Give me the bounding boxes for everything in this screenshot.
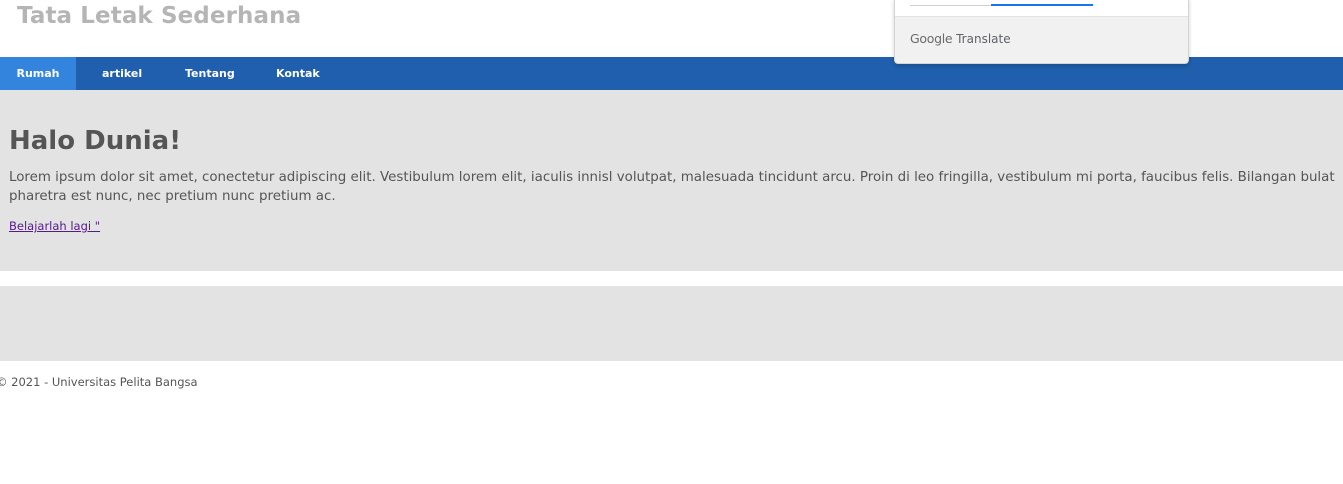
hero-heading: Halo Dunia! — [9, 126, 182, 156]
translate-product-label: Translate — [956, 32, 1011, 46]
translate-language-tabs — [895, 0, 1188, 17]
content-band — [0, 286, 1343, 361]
hero-body-text: Lorem ipsum dolor sit amet, conectetur a… — [9, 170, 1335, 204]
nav-item-rumah[interactable]: Rumah — [0, 57, 76, 90]
translate-branding: Google Translate — [910, 31, 1011, 47]
google-logo: Google — [910, 31, 953, 46]
footer-copyright: © 2021 - Universitas Pelita Bangsa — [0, 375, 198, 389]
nav-item-tentang[interactable]: Tentang — [185, 57, 235, 90]
learn-more-link[interactable]: Belajarlah lagi " — [9, 218, 100, 234]
translate-tab-inactive[interactable] — [910, 5, 991, 6]
google-translate-popup: Google Translate — [894, 0, 1189, 64]
nav-item-kontak[interactable]: Kontak — [276, 57, 320, 90]
translate-tab-active[interactable] — [991, 4, 1093, 6]
site-title: Tata Letak Sederhana — [17, 3, 302, 29]
nav-item-artikel[interactable]: artikel — [102, 57, 142, 90]
